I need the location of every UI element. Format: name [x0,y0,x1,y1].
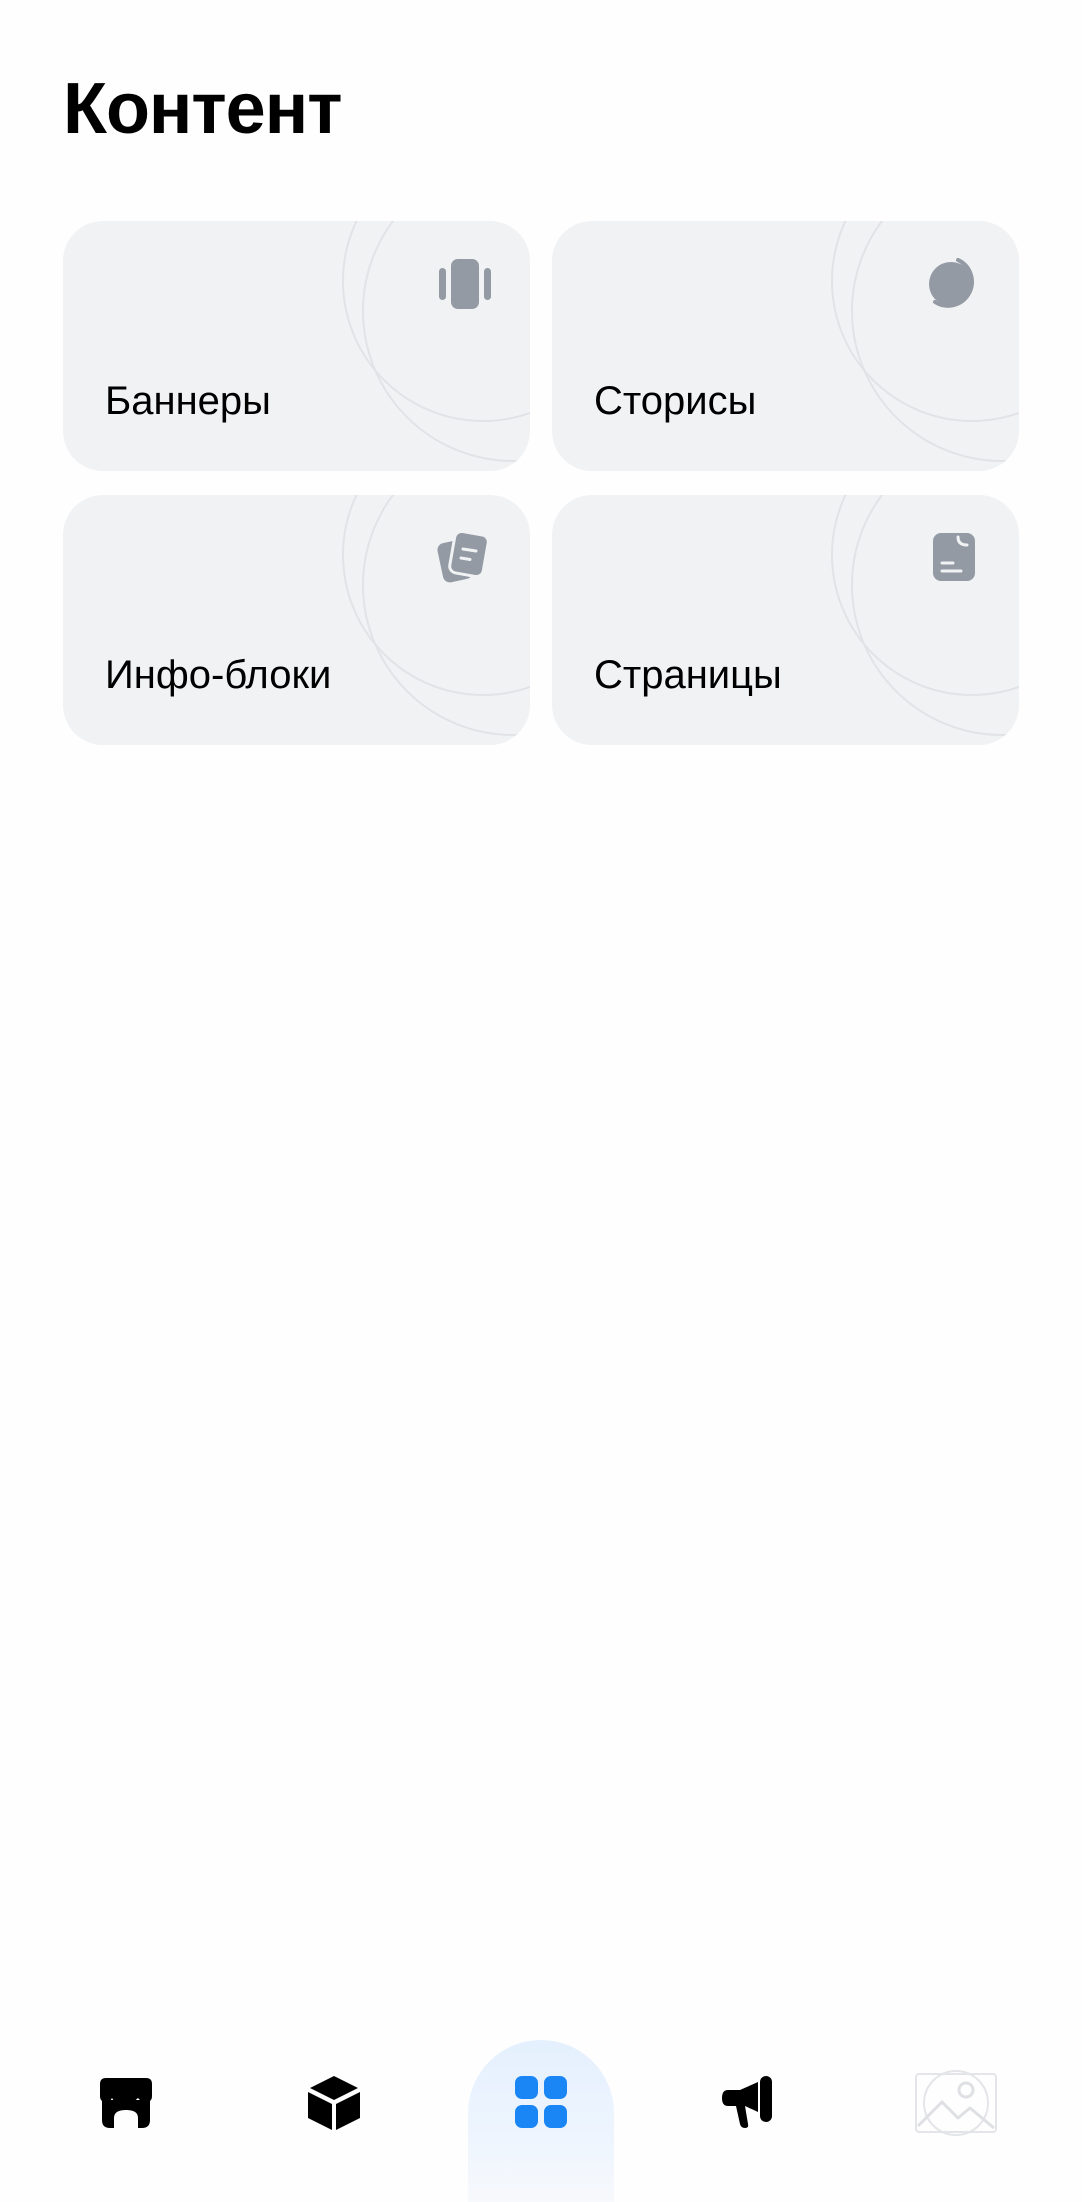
bottom-navigation [0,2000,1082,2202]
storefront-icon [100,2078,152,2128]
page-title: Контент [63,69,342,149]
stories-circle-icon [929,258,974,308]
nav-item-store[interactable] [53,2040,199,2202]
nav-item-content[interactable] [468,2040,614,2202]
card-label: Баннеры [105,379,271,423]
megaphone-icon [722,2076,772,2128]
box-icon [308,2076,360,2130]
card-banners[interactable]: Баннеры [63,221,530,471]
content-screen: Контент Баннеры Сторисы Инфо-блоки Стран… [0,0,1082,2202]
card-pages[interactable]: Страницы [552,495,1019,745]
info-blocks-icon [437,529,490,583]
page-document-icon [933,533,975,581]
image-placeholder-icon [915,2070,997,2136]
card-stories[interactable]: Сторисы [552,221,1019,471]
nav-item-marketing[interactable] [675,2040,821,2202]
nav-item-products[interactable] [261,2040,407,2202]
content-sections-grid: Баннеры Сторисы Инфо-блоки Страницы [63,221,1019,745]
card-info-blocks[interactable]: Инфо-блоки [63,495,530,745]
card-label: Сторисы [594,379,757,423]
grid-apps-icon [515,2076,567,2128]
nav-item-profile[interactable] [883,2040,1029,2202]
card-label: Инфо-блоки [105,653,332,697]
banner-carousel-icon [439,259,491,309]
card-label: Страницы [594,653,782,697]
